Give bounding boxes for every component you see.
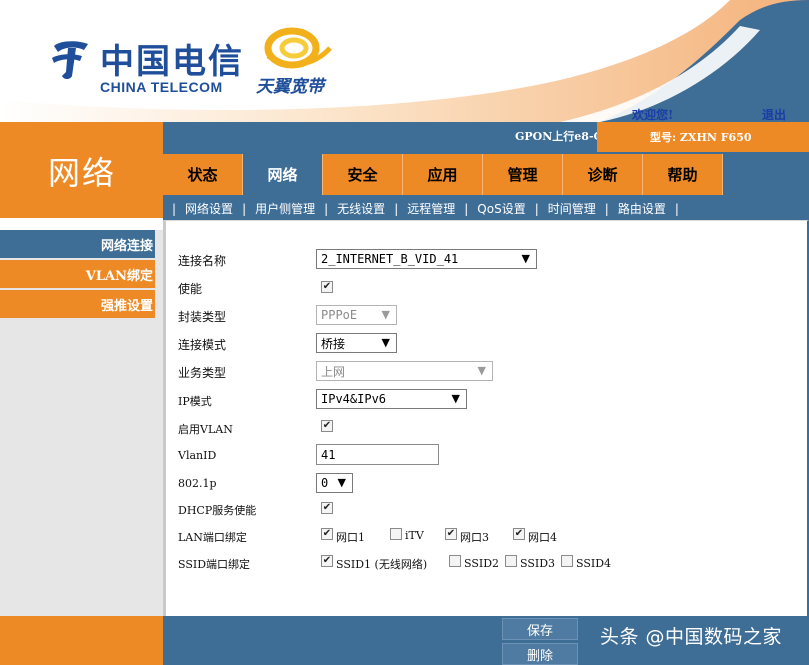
vlan-enable-checkbox[interactable]: ✔	[321, 420, 333, 432]
ip-mode-label: IP模式	[178, 395, 212, 408]
model-label: 型号: ZXHN F650	[650, 131, 752, 144]
save-button[interactable]: 保存	[502, 618, 578, 640]
subnav-user-side-management[interactable]: 用户侧管理	[255, 200, 315, 217]
dropdown-arrow-icon: ▼	[451, 392, 460, 405]
subnav-route-settings[interactable]: 路由设置	[618, 200, 666, 217]
encap-type-select[interactable]: PPPoE ▼	[316, 305, 397, 325]
lan-port1-checkbox[interactable]: ✔	[321, 528, 333, 540]
subnav-qos-settings[interactable]: QoS设置	[477, 200, 525, 217]
ip-mode-value: IPv4&IPv6	[321, 392, 387, 406]
tianyi-swirl-icon	[264, 27, 332, 69]
china-telecom-logo: 中国电信 CHINA TELECOM	[48, 34, 244, 95]
dot1p-value: 0	[321, 476, 329, 490]
gpon-uplink-label: GPON上行e8-C	[515, 130, 603, 143]
section-title: 网络	[48, 154, 117, 192]
leftnav-network-connection[interactable]: 网络连接	[0, 230, 155, 258]
service-type-value: 上网	[321, 364, 346, 379]
enable-checkbox[interactable]: ✔	[321, 281, 333, 293]
dropdown-arrow-icon: ▼	[337, 476, 346, 489]
lan-port4-label: 网口4	[528, 531, 557, 544]
ssid3-label: SSID3	[520, 557, 556, 570]
footer-left-panel	[0, 616, 163, 665]
router-admin-page: 中国电信 CHINA TELECOM 天翼宽带 欢迎您! 退出 网络 GPON上…	[0, 0, 809, 665]
conn-mode-value: 桥接	[321, 336, 346, 351]
delete-button[interactable]: 删除	[502, 643, 578, 665]
dropdown-arrow-icon: ▼	[477, 364, 486, 377]
ssid1-checkbox[interactable]: ✔	[321, 555, 333, 567]
conn-mode-label: 连接模式	[178, 338, 227, 352]
subnav-network-settings[interactable]: 网络设置	[185, 200, 233, 217]
welcome-text: 欢迎您!	[632, 108, 674, 122]
lan-port3-checkbox[interactable]: ✔	[445, 528, 457, 540]
lan-port1-label: 网口1	[336, 531, 365, 544]
ssid3-checkbox[interactable]	[505, 555, 517, 567]
conn-name-label: 连接名称	[178, 254, 227, 268]
dot1p-label: 802.1p	[178, 477, 217, 490]
dropdown-arrow-icon: ▼	[381, 308, 390, 321]
ssid2-label: SSID2	[464, 557, 500, 570]
ssid4-checkbox[interactable]	[561, 555, 573, 567]
subnav-wireless-settings[interactable]: 无线设置	[337, 200, 385, 217]
subnav-remote-management[interactable]: 远程管理	[407, 200, 455, 217]
subnav-time-management[interactable]: 时间管理	[548, 200, 596, 217]
dot1p-select[interactable]: 0 ▼	[316, 473, 353, 493]
vlan-enable-label: 启用VLAN	[178, 423, 233, 436]
ip-mode-select[interactable]: IPv4&IPv6 ▼	[316, 389, 467, 409]
logout-link[interactable]: 退出	[762, 106, 786, 122]
service-type-select[interactable]: 上网 ▼	[316, 361, 493, 381]
lan-itv-checkbox[interactable]	[390, 528, 402, 540]
tab-application[interactable]: 应用	[403, 154, 483, 195]
enable-label: 使能	[178, 282, 203, 296]
leftnav-force-push-settings[interactable]: 强推设置	[0, 290, 155, 318]
conn-mode-select[interactable]: 桥接 ▼	[316, 333, 397, 353]
conn-name-value: 2_INTERNET_B_VID_41	[321, 252, 459, 266]
tab-help[interactable]: 帮助	[643, 154, 723, 195]
service-type-label: 业务类型	[178, 366, 227, 380]
logo-chinese-text: 中国电信	[100, 42, 244, 82]
lan-itv-label: iTV	[405, 529, 424, 542]
vlanid-label: VlanID	[178, 449, 217, 462]
dhcp-checkbox[interactable]: ✔	[321, 502, 333, 514]
tab-network[interactable]: 网络	[243, 154, 323, 195]
lan-port4-checkbox[interactable]: ✔	[513, 528, 525, 540]
ssid1-label: SSID1 (无线网络)	[336, 558, 428, 571]
lan-port3-label: 网口3	[460, 531, 489, 544]
ssid4-label: SSID4	[576, 557, 612, 570]
tianyi-broadband-logo: 天翼宽带	[256, 26, 348, 97]
encap-type-label: 封装类型	[178, 310, 227, 324]
left-nav-top-gap	[0, 218, 163, 230]
sub-navigation-items: | 网络设置 | 用户侧管理 | 无线设置 | 远程管理 | QoS设置 | 时…	[172, 200, 679, 217]
lan-bind-label: LAN端口绑定	[178, 531, 247, 544]
dhcp-label: DHCP服务使能	[178, 504, 257, 517]
tab-security[interactable]: 安全	[323, 154, 403, 195]
header-banner: 中国电信 CHINA TELECOM 天翼宽带 欢迎您! 退出	[0, 0, 809, 122]
ssid2-checkbox[interactable]	[449, 555, 461, 567]
tab-diagnosis[interactable]: 诊断	[563, 154, 643, 195]
logo-english-text: CHINA TELECOM	[100, 79, 223, 95]
tianyi-text: 天翼宽带	[256, 77, 324, 97]
dropdown-arrow-icon: ▼	[381, 336, 390, 349]
ssid-bind-label: SSID端口绑定	[178, 558, 251, 571]
conn-name-select[interactable]: 2_INTERNET_B_VID_41 ▼	[316, 249, 537, 269]
leftnav-vlan-binding[interactable]: VLAN绑定	[0, 260, 155, 288]
tab-management[interactable]: 管理	[483, 154, 563, 195]
encap-type-value: PPPoE	[321, 308, 358, 322]
tab-status[interactable]: 状态	[163, 154, 243, 195]
watermark-text: 头条 @中国数码之家	[600, 626, 783, 648]
dropdown-arrow-icon: ▼	[521, 252, 530, 265]
china-telecom-mark-icon	[52, 41, 88, 79]
vlanid-input[interactable]: 41	[316, 444, 439, 465]
